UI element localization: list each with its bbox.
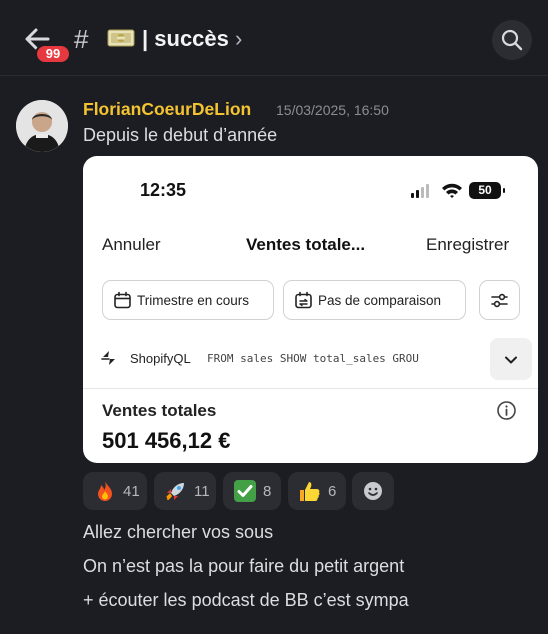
status-bar-icons: 50: [411, 182, 531, 200]
metric-title: Ventes totales: [102, 401, 217, 420]
report-title: Ventes totale...: [246, 235, 366, 254]
rocket-emoji-icon: [166, 483, 184, 500]
message-text: + écouter les podcast de BB c’est sympa: [83, 590, 409, 610]
cancel-button: Annuler: [102, 235, 161, 254]
channel-name[interactable]: | succès ›: [142, 26, 242, 52]
message-text: Depuis le debut d’année: [83, 125, 278, 145]
fire-emoji-icon: [98, 481, 112, 501]
reaction-check[interactable]: 8: [223, 472, 281, 510]
search-icon: [501, 29, 523, 51]
period-filter-label: Trimestre en cours: [137, 293, 250, 308]
settings-filter: [479, 280, 520, 320]
channel-header: 99 # | succès ›: [0, 0, 548, 76]
status-bar-time: 12:35: [140, 180, 187, 200]
money-emoji-icon: [107, 29, 135, 47]
avatar-photo: [16, 100, 68, 152]
message-timestamp: 15/03/2025, 16:50: [276, 102, 389, 118]
shopifyql-icon: [101, 351, 115, 365]
signal-icon: [411, 184, 429, 198]
period-filter: Trimestre en cours: [102, 280, 274, 320]
comparison-filter-label: Pas de comparaison: [318, 293, 442, 308]
comparison-filter: Pas de comparaison: [283, 280, 466, 320]
battery-tip: [503, 188, 505, 193]
check-mark-button-emoji-icon: [234, 480, 256, 502]
channel-name-label: | succès: [142, 26, 229, 51]
chevron-right-icon: ›: [235, 26, 243, 51]
search-button[interactable]: [492, 20, 532, 60]
add-reaction-icon: [364, 482, 382, 500]
reaction-count: 11: [194, 483, 210, 500]
battery-icon: 50: [469, 182, 501, 199]
thumbs-up-emoji-icon: [300, 482, 320, 501]
chevron-down-icon: [505, 356, 517, 364]
sliders-icon: [491, 293, 508, 308]
reaction-fire[interactable]: 41: [83, 472, 147, 510]
add-reaction-button[interactable]: [352, 472, 394, 510]
message-text: On n’est pas la pour faire du petit arge…: [83, 556, 405, 576]
unread-badge: 99: [35, 44, 71, 64]
author-name[interactable]: FlorianCoeurDeLion: [83, 99, 251, 120]
calendar-compare-icon: [295, 291, 312, 309]
reaction-count: 41: [123, 483, 140, 500]
reaction-thumbs-up[interactable]: 6: [288, 472, 346, 510]
reaction-count: 6: [328, 483, 337, 500]
query-expand-button: [490, 338, 532, 380]
query-code: FROM sales SHOW total_sales GROU: [207, 352, 419, 365]
channel-hash-icon: #: [74, 24, 89, 54]
avatar[interactable]: [16, 100, 68, 152]
save-button: Enregistrer: [426, 235, 510, 254]
calendar-icon: [114, 291, 131, 309]
wifi-icon: [442, 183, 462, 198]
metric-value: 501 456,12 €: [102, 428, 231, 453]
attached-screenshot[interactable]: 12:35 50 Annuler Ventes totale... Enregi…: [83, 156, 538, 463]
reaction-rocket[interactable]: 11: [154, 472, 216, 510]
shopifyql-label: ShopifyQL: [130, 351, 191, 366]
info-icon: [497, 401, 516, 420]
divider: [83, 388, 538, 389]
message-text: Allez chercher vos sous: [83, 522, 274, 542]
reaction-count: 8: [263, 483, 272, 500]
